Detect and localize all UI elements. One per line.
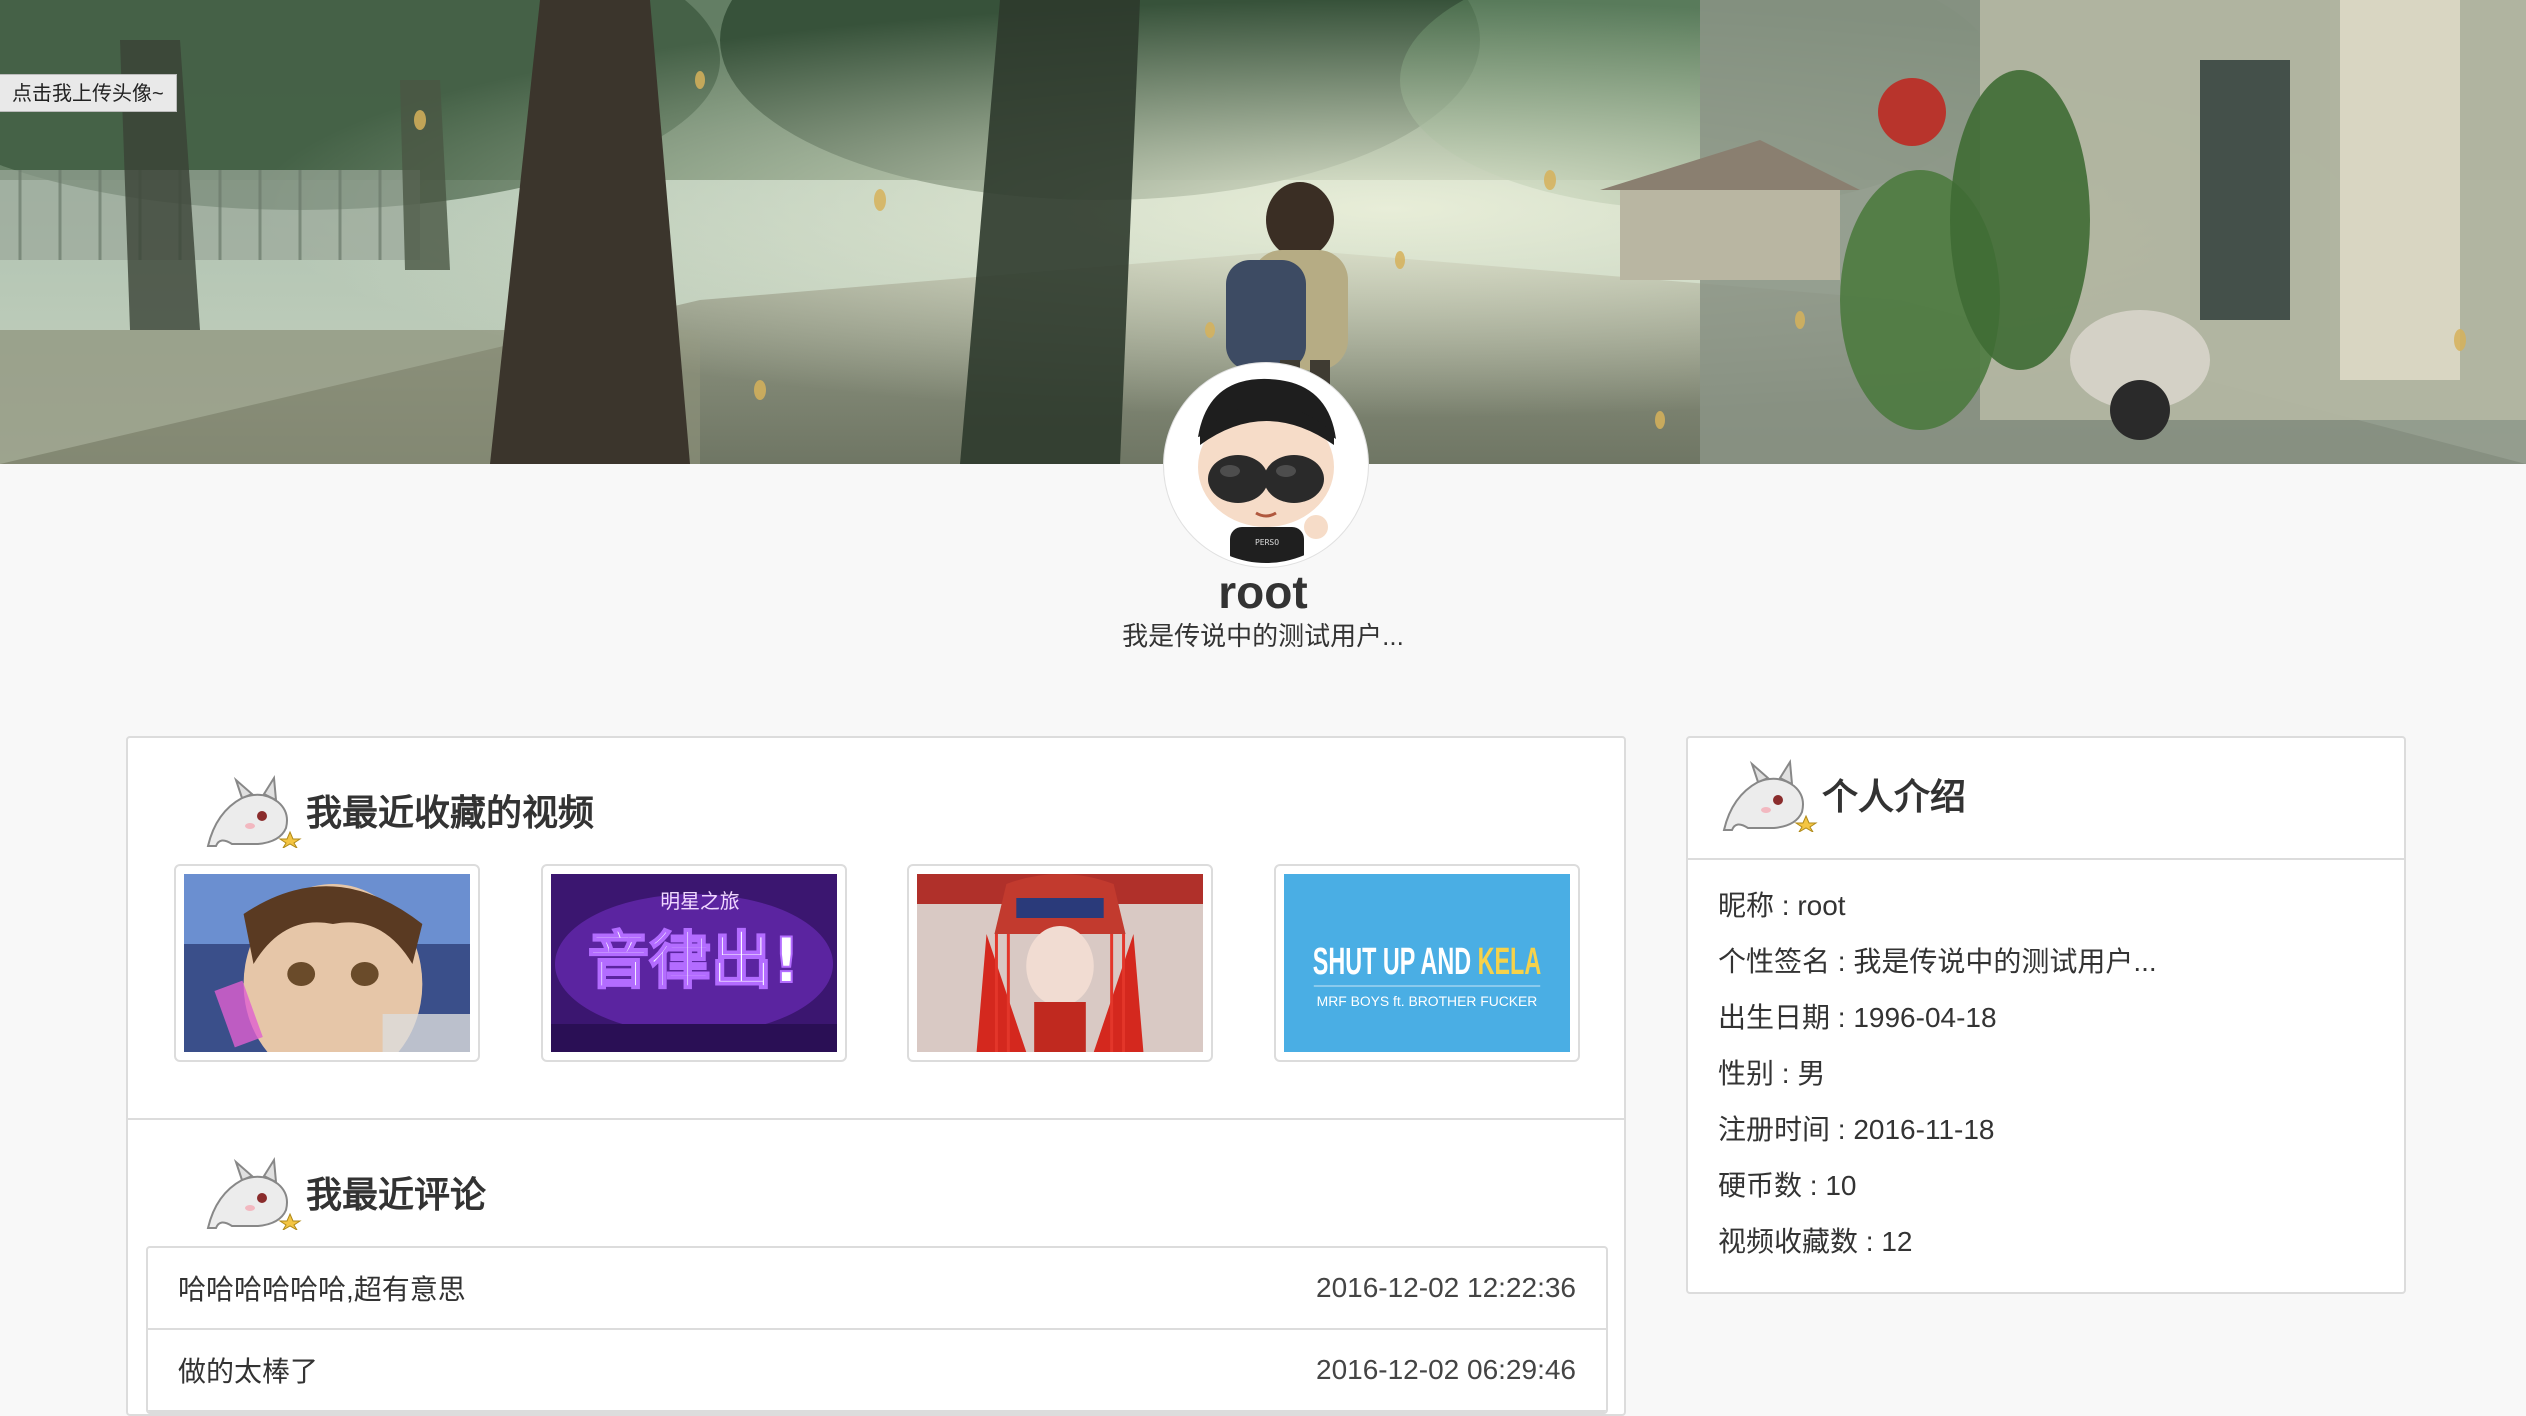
comment-text: 哈哈哈哈哈哈,超有意思: [178, 1274, 466, 1305]
opera-costume-thumbnail-icon: [917, 874, 1204, 1052]
intro-field-coins: 硬币数 : 10: [1718, 1170, 1857, 1201]
svg-text:明星之旅: 明星之旅: [660, 890, 739, 913]
section-divider: [1688, 858, 2404, 860]
svg-text:PERSO: PERSO: [1255, 538, 1279, 547]
svg-text:音律出!: 音律出!: [587, 925, 800, 997]
favorite-video-card[interactable]: [174, 864, 480, 1062]
username: root: [1218, 566, 1308, 618]
section-divider: [128, 1118, 1624, 1120]
comment-item[interactable]: 做的太棒了 2016-12-02 06:29:46: [148, 1330, 1606, 1412]
mascot-icon: [1722, 758, 1818, 832]
intro-title: 个人介绍: [1822, 776, 1967, 817]
comments-title: 我最近评论: [306, 1174, 487, 1215]
profile-intro-panel: 个人介绍 昵称 : root 个性签名 : 我是传说中的测试用户... 出生日期…: [1686, 736, 2406, 1294]
intro-field-favorite-count: 视频收藏数 : 12: [1718, 1226, 1913, 1257]
favorite-video-card[interactable]: SHUT UP AND KELA MRF BOYS ft. BROTHER FU…: [1273, 864, 1580, 1062]
intro-header: 个人介绍: [1718, 756, 1966, 832]
svg-text:SHUT UP AND KELA: SHUT UP AND KELA: [1313, 941, 1541, 983]
favorites-title: 我最近收藏的视频: [306, 792, 595, 833]
mascot-icon: [206, 1156, 302, 1230]
shut-up-and-kela-thumbnail-icon: SHUT UP AND KELA MRF BOYS ft. BROTHER FU…: [1283, 874, 1570, 1052]
anime-boy-thumbnail-icon: [184, 874, 470, 1052]
user-signature: 我是传说中的测试用户...: [1122, 621, 1404, 651]
comments-list: 哈哈哈哈哈哈,超有意思 2016-12-02 12:22:36 做的太棒了 20…: [146, 1246, 1608, 1414]
avatar-cartoon-icon: PERSO: [1168, 367, 1364, 563]
favorites-header: 我最近收藏的视频: [202, 772, 594, 848]
favorite-videos-list: 明星之旅 音律出! SHUT UP AND KE MRF BOYS ft. BR…: [174, 864, 1580, 1062]
intro-field-register-time: 注册时间 : 2016-11-18: [1718, 1114, 1995, 1145]
favorite-video-card[interactable]: 明星之旅 音律出!: [540, 864, 847, 1062]
avatar[interactable]: PERSO: [1164, 363, 1368, 567]
comment-text: 做的太棒了: [178, 1356, 319, 1387]
intro-field-signature: 个性签名 : 我是传说中的测试用户...: [1718, 946, 2157, 977]
music-show-thumbnail-icon: 明星之旅 音律出!: [550, 874, 837, 1052]
intro-field-birthday: 出生日期 : 1996-04-18: [1718, 1002, 1997, 1033]
intro-field-list: 昵称 : root 个性签名 : 我是传说中的测试用户... 出生日期 : 19…: [1718, 878, 2378, 1270]
svg-text:MRF BOYS ft. BROTHER FUCKER: MRF BOYS ft. BROTHER FUCKER: [1317, 993, 1538, 1009]
comments-header: 我最近评论: [202, 1154, 486, 1230]
upload-avatar-tip[interactable]: 点击我上传头像~: [0, 74, 177, 112]
favorite-video-card[interactable]: [907, 864, 1214, 1062]
mascot-icon: [206, 774, 302, 848]
comment-date: 2016-12-02 12:22:36: [1316, 1272, 1576, 1303]
comment-item[interactable]: 哈哈哈哈哈哈,超有意思 2016-12-02 12:22:36: [148, 1248, 1606, 1330]
activity-panel: 我最近收藏的视频 明星之旅 音律出! SHUT UP AND KE MRF BO…: [126, 736, 1626, 1416]
comment-date: 2016-12-02 06:29:46: [1316, 1354, 1576, 1385]
intro-field-nickname: 昵称 : root: [1718, 890, 1846, 921]
intro-field-gender: 性别 : 男: [1718, 1058, 1826, 1089]
